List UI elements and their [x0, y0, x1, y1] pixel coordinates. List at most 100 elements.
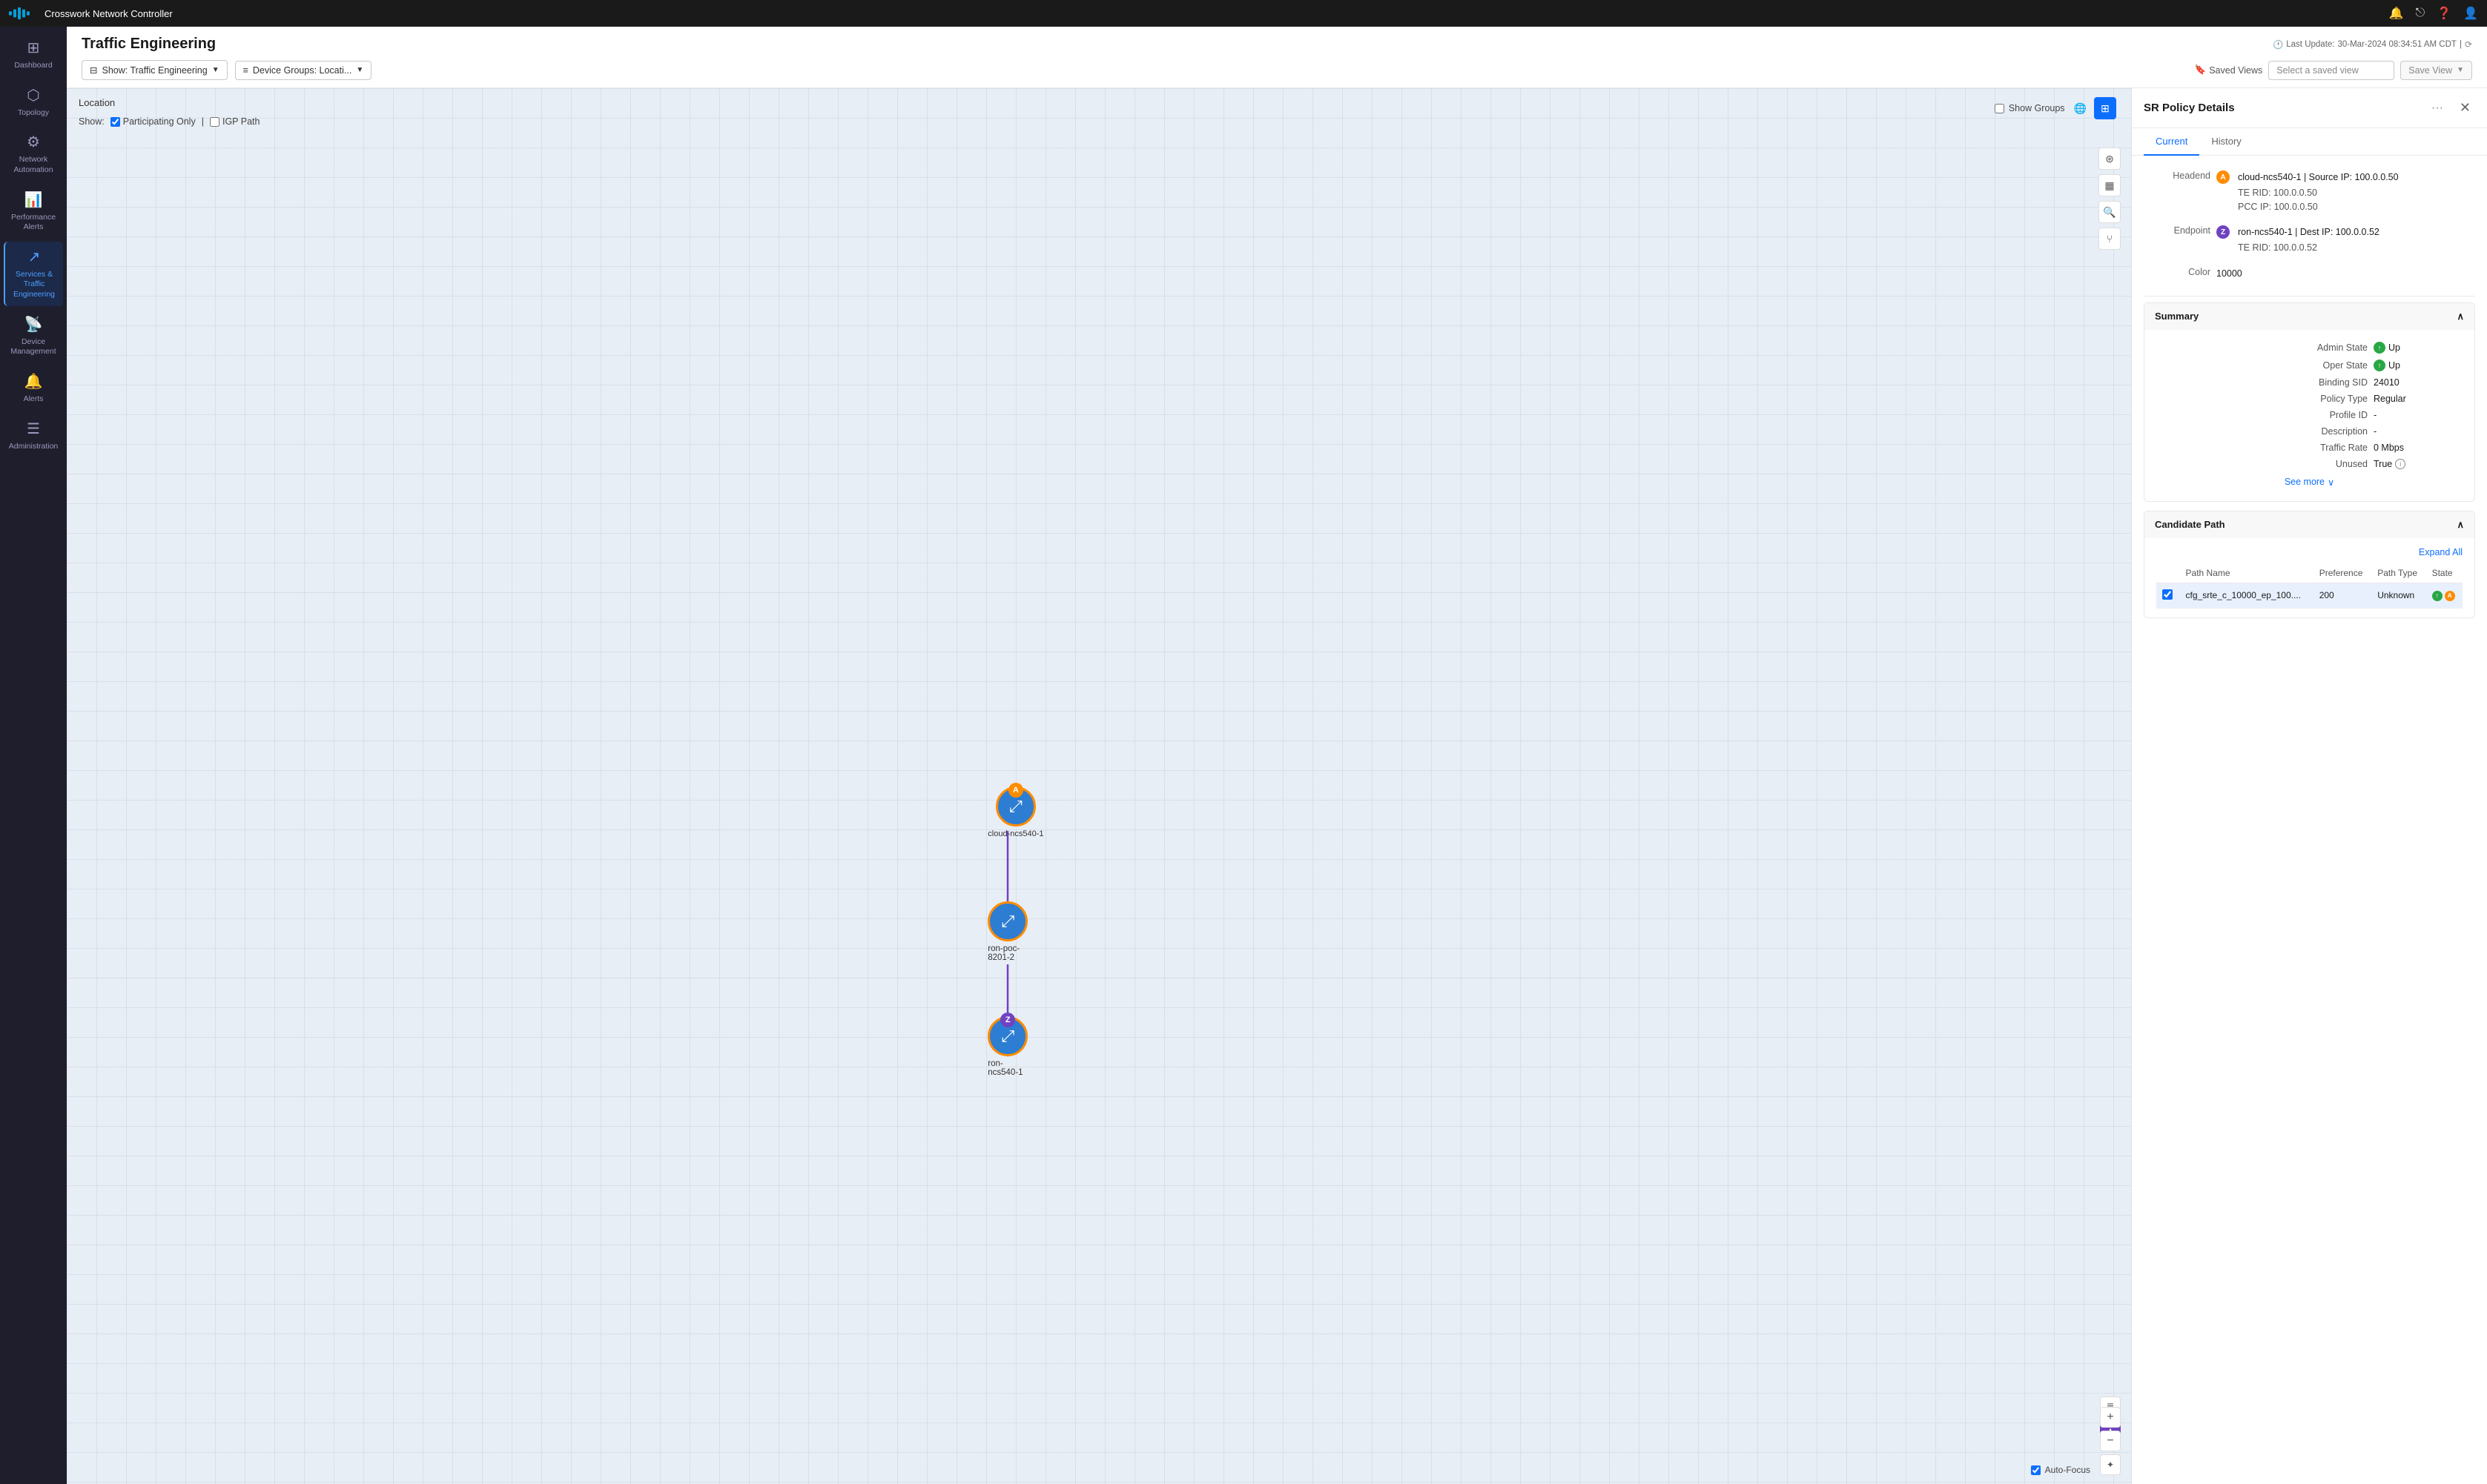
app-name: Crosswork Network Controller — [44, 8, 173, 19]
administration-icon: ☰ — [27, 420, 40, 439]
node-circle-cloud-ncs540-1[interactable]: A ⤢ — [996, 786, 1036, 827]
show-groups-control[interactable]: Show Groups 🌐 ⊞ — [1995, 97, 2116, 119]
save-view-button[interactable]: Save View ▼ — [2400, 61, 2472, 80]
candidate-select-cell[interactable] — [2156, 583, 2180, 608]
node-circle-ron-poc-8201-2[interactable]: ⤢ — [988, 901, 1028, 941]
igp-path-label[interactable]: IGP Path — [210, 116, 260, 127]
profile-id-value: - — [2374, 410, 2463, 420]
dashboard-icon: ⊞ — [27, 39, 40, 58]
summary-row-description: Description - — [2156, 423, 2463, 440]
help-icon[interactable]: ❓ — [2437, 6, 2451, 21]
notification-icon[interactable]: 🔔 — [2389, 6, 2404, 21]
node-label-ron-poc-8201-2: ron-poc-8201-2 — [988, 944, 1028, 962]
node-badge-z: Z — [1000, 1013, 1015, 1027]
content-area: Location Show Groups 🌐 ⊞ Show: Participa… — [67, 88, 2487, 1484]
layers-icon-btn[interactable]: ⊛ — [2098, 148, 2121, 170]
sidebar-item-topology[interactable]: ⬡ Topology — [4, 80, 63, 125]
node-circle-ron-ncs540-1[interactable]: Z ⤢ — [988, 1016, 1028, 1056]
refresh-icon[interactable]: ⟳ — [2465, 39, 2472, 50]
main-content: Traffic Engineering 🕐 Last Update: 30-Ma… — [67, 27, 2487, 1484]
zoom-in-button[interactable]: + — [2100, 1407, 2121, 1428]
show-filter-dropdown[interactable]: ⊟ Show: Traffic Engineering ▼ — [82, 60, 228, 80]
zoom-out-button[interactable]: − — [2100, 1431, 2121, 1451]
details-header: SR Policy Details ··· ✕ — [2132, 88, 2487, 128]
auto-focus-checkbox[interactable] — [2031, 1465, 2041, 1475]
fork-icon-btn[interactable]: ⑂ — [2098, 228, 2121, 250]
candidate-table-header: Path Name Preference Path Type State — [2156, 563, 2463, 583]
chevron-down-icon-3: ▼ — [2457, 66, 2464, 74]
app-layout: ⊞ Dashboard ⬡ Topology ⚙ Network Automat… — [0, 27, 2487, 1484]
igp-path-checkbox[interactable] — [210, 117, 219, 127]
headend-node-indicator: A — [2216, 170, 2230, 184]
node-ron-poc-8201-2[interactable]: ⤢ ron-poc-8201-2 — [988, 901, 1028, 962]
node-expand-icon-3: ⤢ — [1001, 1027, 1014, 1046]
search-icon-btn[interactable]: 🔍 — [2098, 201, 2121, 223]
sidebar-item-network-automation[interactable]: ⚙ Network Automation — [4, 127, 63, 181]
topbar-icons: 🔔 ⎋ ❓ 👤 — [2389, 6, 2478, 21]
fit-button[interactable]: ✦ — [2100, 1454, 2121, 1475]
participating-only-label[interactable]: Participating Only — [110, 116, 196, 127]
sidebar-item-alerts[interactable]: 🔔 Alerts — [4, 366, 63, 411]
performance-alerts-icon: 📊 — [24, 191, 43, 210]
sidebar-item-services-te[interactable]: ↗ Services & Traffic Engineering — [4, 242, 63, 306]
grid-view-icon[interactable]: ⊞ — [2094, 97, 2116, 119]
filter-icon: ⊟ — [90, 64, 97, 76]
summary-header[interactable]: Summary ∧ — [2144, 303, 2474, 330]
device-groups-dropdown[interactable]: ≡ Device Groups: Locati... ▼ — [235, 61, 372, 80]
map-panel[interactable]: Location Show Groups 🌐 ⊞ Show: Participa… — [67, 88, 2131, 1484]
saved-views-select[interactable]: Select a saved view — [2268, 61, 2394, 80]
export-icon[interactable]: ⎋ — [2416, 7, 2425, 20]
more-options-button[interactable]: ··· — [2427, 100, 2448, 116]
chevron-down-icon-2: ▼ — [356, 66, 363, 74]
sidebar-item-performance-alerts[interactable]: 📊 Performance Alerts — [4, 185, 63, 239]
candidate-row-checkbox[interactable] — [2162, 589, 2173, 600]
sidebar-item-dashboard[interactable]: ⊞ Dashboard — [4, 33, 63, 77]
topbar: Crosswork Network Controller 🔔 ⎋ ❓ 👤 — [0, 0, 2487, 27]
show-filter-row: Show: Participating Only | IGP Path — [79, 116, 260, 127]
chevron-down-icon: ▼ — [212, 66, 219, 74]
details-tabs: Current History — [2132, 128, 2487, 156]
show-groups-checkbox[interactable] — [1995, 104, 2004, 113]
tab-history[interactable]: History — [2199, 128, 2253, 156]
col-path-type: Path Type — [2371, 563, 2425, 583]
oper-state-value: ↑ Up — [2374, 360, 2463, 371]
participating-only-checkbox[interactable] — [110, 117, 120, 127]
separator: | — [2460, 40, 2462, 49]
summary-row-unused: Unused True i — [2156, 456, 2463, 472]
see-more-link[interactable]: See more ∨ — [2156, 472, 2463, 492]
col-path-name: Path Name — [2180, 563, 2313, 583]
oper-state-icon: ↑ — [2374, 360, 2385, 371]
candidate-path-header[interactable]: Candidate Path ∧ — [2144, 511, 2474, 538]
node-cloud-ncs540-1[interactable]: A ⤢ cloud-ncs540-1 — [988, 786, 1043, 838]
sidebar-item-device-management[interactable]: 📡 Device Management — [4, 309, 63, 363]
headend-label: Headend — [2144, 170, 2210, 213]
map-grid-icon-btn[interactable]: ▦ — [2098, 174, 2121, 196]
node-ron-ncs540-1[interactable]: Z ⤢ ron-ncs540-1 — [988, 1016, 1028, 1077]
summary-row-binding-sid: Binding SID 24010 — [2156, 374, 2463, 391]
candidate-table: Path Name Preference Path Type State — [2156, 563, 2463, 609]
col-preference: Preference — [2313, 563, 2372, 583]
unused-info-icon[interactable]: i — [2395, 459, 2405, 469]
color-label: Color — [2144, 267, 2210, 281]
close-button[interactable]: ✕ — [2455, 99, 2475, 117]
color-row: Color 10000 — [2144, 264, 2475, 284]
candidate-table-row[interactable]: cfg_srte_c_10000_ep_100.... 200 Unknown … — [2156, 583, 2463, 608]
details-header-actions: ··· ✕ — [2427, 99, 2475, 117]
page-header-controls: ⊟ Show: Traffic Engineering ▼ ≡ Device G… — [82, 60, 2472, 87]
node-expand-icon-2: ⤢ — [1001, 912, 1014, 931]
location-label: Location — [79, 97, 115, 108]
auto-focus-row: Auto-Focus — [2031, 1465, 2090, 1475]
details-title: SR Policy Details — [2144, 102, 2421, 114]
summary-row-policy-type: Policy Type Regular — [2156, 391, 2463, 407]
traffic-rate-value: 0 Mbps — [2374, 443, 2463, 453]
tab-current[interactable]: Current — [2144, 128, 2199, 156]
clock-icon: 🕐 — [2273, 39, 2283, 50]
expand-all-link[interactable]: Expand All — [2419, 547, 2463, 557]
saved-views-label: 🔖 Saved Views — [2195, 64, 2263, 76]
summary-body: Admin State ↑ Up Oper State ↑ — [2144, 330, 2474, 501]
sidebar: ⊞ Dashboard ⬡ Topology ⚙ Network Automat… — [0, 27, 67, 1484]
sidebar-item-administration[interactable]: ☰ Administration — [4, 414, 63, 458]
node-label-cloud-ncs540-1: cloud-ncs540-1 — [988, 829, 1043, 838]
user-icon[interactable]: 👤 — [2463, 6, 2478, 21]
globe-icon: 🌐 — [2074, 102, 2087, 115]
